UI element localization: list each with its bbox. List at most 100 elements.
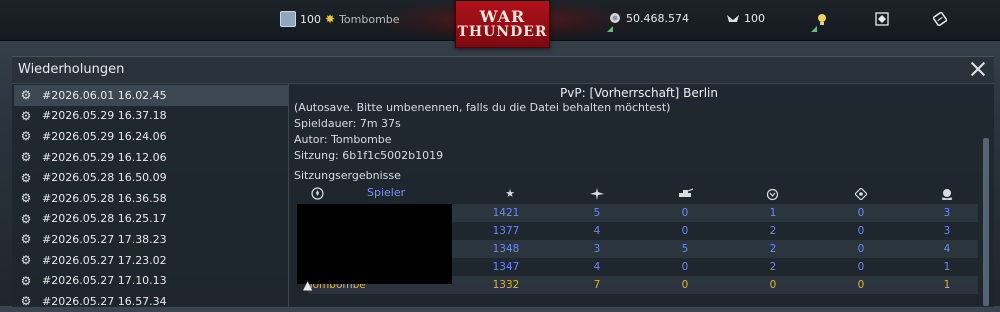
diamond-icon[interactable] [875,12,889,26]
replay-label: #2026.05.28 16.25.17 [42,212,167,226]
gear-icon: ⚙ [20,253,32,268]
ground-cell: 0 [681,207,689,219]
replay-list-item[interactable]: ⚙ #2026.05.28 16.36.58 [14,188,288,209]
replay-label: #2026.05.28 16.36.58 [42,191,167,205]
war-thunder-logo[interactable]: WAR THUNDER [455,0,550,48]
lightbulb-icon[interactable] [815,12,829,26]
air-cell: 4 [593,225,601,237]
autosave-note: (Autosave. Bitte umbenennen, falls du di… [294,101,671,114]
replay-list-item[interactable]: ⚙ #2026.05.29 16.12.06 [14,147,288,168]
tip-indicator [811,26,817,32]
mission-title: PvP: [Vorherrschaft] Berlin [560,86,718,100]
assists-cell: 2 [769,261,777,273]
golden-eagles-value: 100 [744,11,765,25]
player-level: 100 [300,12,321,26]
assist-icon [766,188,779,201]
replay-label: #2026.05.27 17.10.13 [42,274,167,288]
gear-icon: ⚙ [20,232,32,247]
air-cell: 5 [593,207,601,219]
results-label: Sitzungsergebnisse [294,169,401,182]
window-title: Wiederholungen [18,62,125,77]
silver-lions[interactable]: 50.468.574 [608,11,689,25]
captures-cell: 0 [857,261,865,273]
captures-cell: 0 [857,207,865,219]
player-name: Tombombe [339,12,400,26]
window-header: Wiederholungen [12,57,994,84]
capture-icon [855,188,867,200]
scrollbar[interactable] [983,138,989,306]
assists-cell: 0 [769,279,777,291]
death-icon [941,189,953,200]
session-text: Sitzung: 6b1f1c5002b1019 [294,149,444,162]
mouse-cursor-icon: ▲ [303,278,313,292]
plane-icon [590,188,604,200]
player-info[interactable]: 100 ✸ Tombombe [280,11,400,27]
panel-divider [288,83,289,307]
close-button[interactable] [970,61,986,77]
duration-text: Spieldauer: 7m 37s [294,117,401,130]
redacted-area [297,204,452,284]
replay-list-item[interactable]: ⚙ #2026.06.01 16.02.45 [14,85,288,106]
replay-label: #2026.05.29 16.37.18 [42,109,167,123]
team-icon [311,187,324,200]
ground-cell: 5 [681,243,689,255]
silver-lions-value: 50.468.574 [626,11,689,25]
gear-icon: ⚙ [20,273,32,288]
deaths-cell: 3 [943,207,951,219]
assists-cell: 2 [769,225,777,237]
deaths-cell: 3 [943,225,951,237]
assists-cell: 1 [769,207,777,219]
deaths-cell: 1 [943,261,951,273]
replay-list-item[interactable]: ⚙ #2026.05.27 17.10.13 [14,270,288,291]
replay-list-item[interactable]: ⚙ #2026.05.28 16.25.17 [14,209,288,230]
replay-list-item[interactable]: ⚙ #2026.05.27 17.38.23 [14,229,288,250]
replay-list-item[interactable]: ⚙ #2026.05.29 16.24.06 [14,126,288,147]
score-cell: 1421 [492,207,520,219]
gear-icon: ⚙ [20,170,32,185]
golden-eagles[interactable]: 100 [726,11,765,25]
star-icon: ★ [505,187,515,200]
ground-cell: 0 [681,279,689,291]
captures-cell: 0 [857,279,865,291]
avatar-icon [280,11,296,27]
silver-lions-icon [610,13,620,23]
score-cell: 1332 [492,279,520,291]
replay-list-item[interactable]: ⚙ #2026.05.27 16.57.34 [14,291,288,312]
top-bar: 100 ✸ Tombombe WAR THUNDER 50.468.574 10… [0,0,1000,48]
captures-cell: 0 [857,225,865,237]
gear-icon: ⚙ [20,129,32,144]
replay-label: #2026.05.27 17.23.02 [42,253,167,267]
replay-list-item[interactable]: ⚙ #2026.05.27 17.23.02 [14,250,288,271]
gear-icon: ⚙ [20,191,32,206]
replay-list[interactable]: ⚙ #2026.06.01 16.02.45 ⚙ #2026.05.29 16.37.… [14,85,288,308]
air-cell: 4 [593,261,601,273]
replay-list-item[interactable]: ⚙ #2026.05.29 16.37.18 [14,106,288,127]
captures-cell: 0 [857,243,865,255]
silver-add-indicator [607,26,613,32]
gear-icon: ⚙ [20,211,32,226]
ticket-icon[interactable] [933,12,947,26]
gear-icon: ⚙ [20,294,32,309]
score-cell: 1347 [492,261,520,273]
replays-window: Wiederholungen ⚙ #2026.06.01 16.02.45 ⚙ #20… [12,56,994,308]
ground-kill-icon [679,188,693,197]
rank-star-icon: ✸ [325,12,336,26]
gear-icon: ⚙ [20,88,32,103]
gear-icon: ⚙ [20,150,32,165]
score-cell: 1348 [492,243,520,255]
replay-label: #2026.05.29 16.12.06 [42,150,167,164]
ground-cell: 0 [681,261,689,273]
air-cell: 7 [593,279,601,291]
replay-list-item[interactable]: ⚙ #2026.05.28 16.50.09 [14,167,288,188]
player-column-header: Spieler [367,186,406,199]
author-text: Autor: Tombombe [294,133,392,146]
replay-label: #2026.05.27 17.38.23 [42,232,167,246]
golden-eagle-icon [727,15,739,22]
deaths-cell: 1 [943,279,951,291]
replay-label: #2026.05.28 16.50.09 [42,171,167,185]
score-cell: 1377 [492,225,520,237]
air-cell: 3 [593,243,601,255]
replay-label: #2026.06.01 16.02.45 [42,88,167,102]
deaths-cell: 4 [943,243,951,255]
assists-cell: 2 [769,243,777,255]
